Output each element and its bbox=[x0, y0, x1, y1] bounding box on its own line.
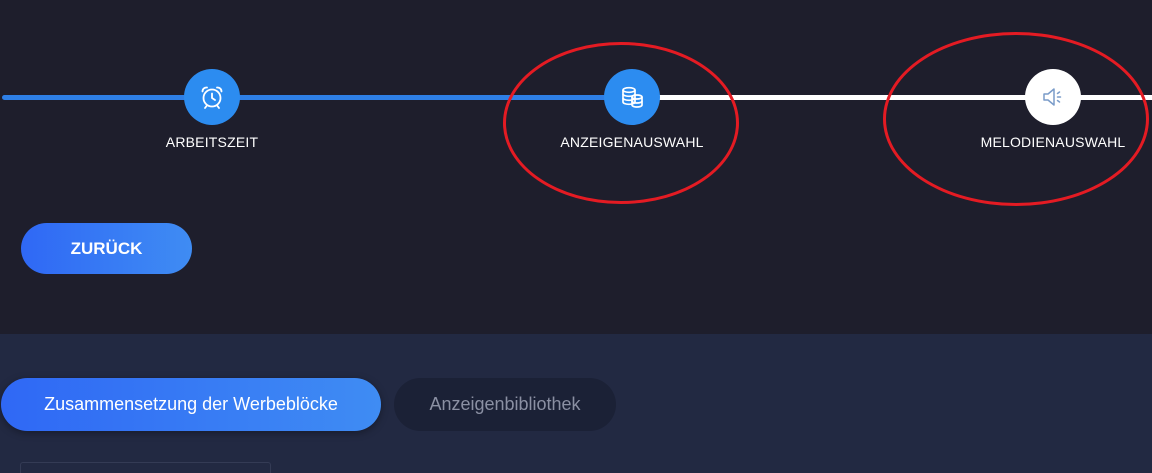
step-label-arbeitszeit: ARBEITSZEIT bbox=[165, 134, 259, 150]
stepper-track-completed bbox=[2, 95, 632, 100]
speaker-icon bbox=[1039, 83, 1067, 111]
content-panel bbox=[20, 462, 271, 473]
coins-stack-icon bbox=[618, 83, 646, 111]
ad-blocks-section: Zusammensetzung der Werbeblöcke Anzeigen… bbox=[0, 334, 1152, 473]
back-button[interactable]: ZURÜCK bbox=[21, 223, 192, 274]
tab-ad-block-composition[interactable]: Zusammensetzung der Werbeblöcke bbox=[1, 378, 381, 431]
step-melodienauswahl[interactable] bbox=[1025, 69, 1081, 125]
progress-stepper-section: ARBEITSZEIT ANZEIGENAUSWAHL MELODIENAUSW… bbox=[0, 0, 1152, 334]
step-label-anzeigenauswahl: ANZEIGENAUSWAHL bbox=[560, 134, 704, 150]
tab-ad-library[interactable]: Anzeigenbibliothek bbox=[394, 378, 616, 431]
step-label-melodienauswahl: MELODIENAUSWAHL bbox=[980, 134, 1126, 150]
step-arbeitszeit[interactable] bbox=[184, 69, 240, 125]
step-anzeigenauswahl[interactable] bbox=[604, 69, 660, 125]
alarm-clock-icon bbox=[198, 83, 226, 111]
page: ARBEITSZEIT ANZEIGENAUSWAHL MELODIENAUSW… bbox=[0, 0, 1152, 473]
annotation-circle-melodienauswahl bbox=[883, 32, 1149, 206]
